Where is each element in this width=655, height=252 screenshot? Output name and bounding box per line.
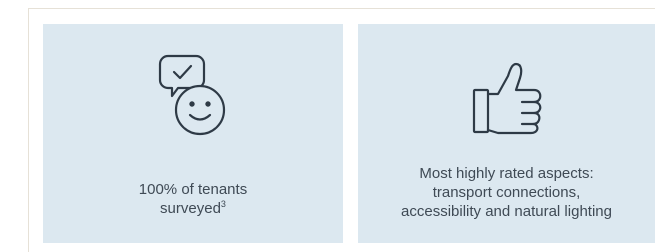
rated-aspects-text: Most highly rated aspects: transport con…	[358, 164, 655, 221]
satisfaction-smiley-icon	[158, 54, 226, 136]
page: 100% of tenants surveyed3 Most highly ra…	[0, 0, 655, 252]
rated-aspects-line-3: accessibility and natural lighting	[401, 203, 612, 220]
tenant-survey-line-2: surveyed3	[43, 199, 343, 218]
rated-aspects-line-2: transport connections,	[432, 184, 581, 201]
thumbs-up-icon	[472, 62, 541, 135]
tenant-survey-line-1: 100% of tenants	[138, 181, 248, 198]
rated-aspects-line-1: Most highly rated aspects:	[419, 165, 594, 182]
tenant-survey-line-2-text: surveyed	[160, 200, 221, 217]
rated-aspects-card: Most highly rated aspects: transport con…	[358, 24, 655, 243]
tenant-survey-text: 100% of tenants surveyed3	[43, 180, 343, 218]
footnote-marker: 3	[220, 199, 226, 209]
thumbs-up-icon-wrap	[358, 52, 655, 152]
tenant-survey-card: 100% of tenants surveyed3	[43, 24, 343, 243]
satisfaction-icon-wrap	[43, 52, 343, 152]
